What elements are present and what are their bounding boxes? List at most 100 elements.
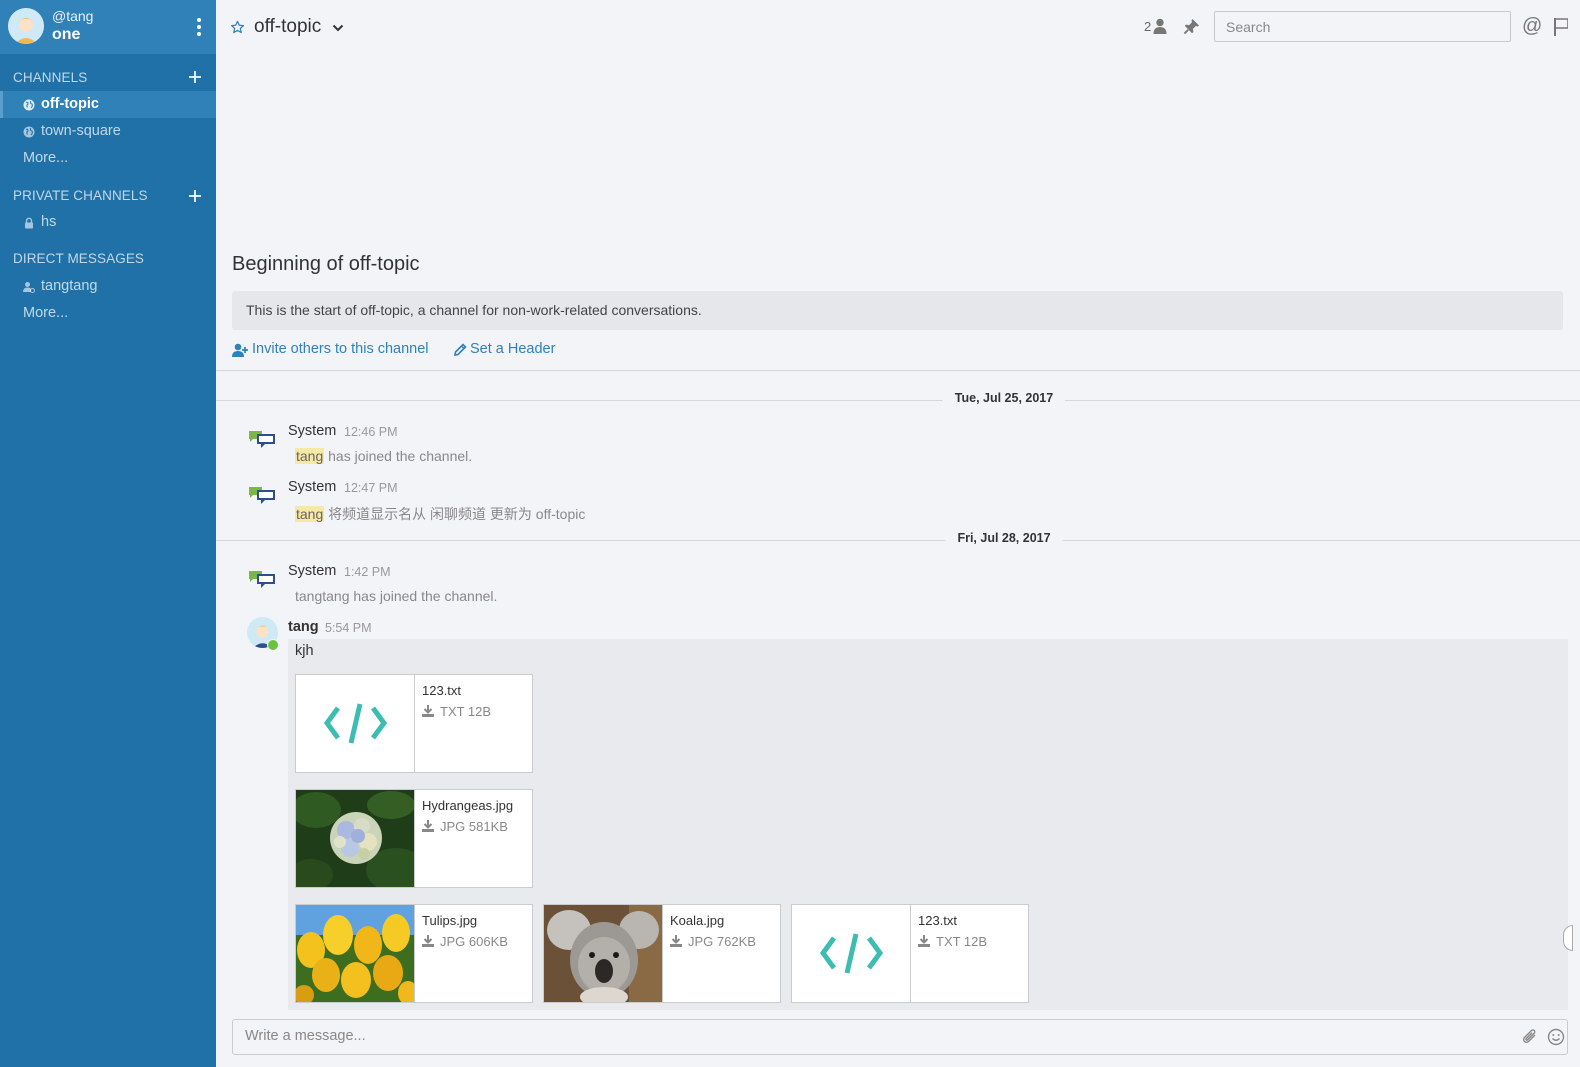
channels-more-link[interactable]: More... — [0, 145, 216, 172]
file-meta: JPG 762KB — [670, 934, 756, 949]
date-separator: Tue, Jul 25, 2017 — [216, 391, 1580, 409]
system-avatar-icon — [249, 431, 275, 448]
date-separator: Fri, Jul 28, 2017 — [216, 531, 1580, 549]
set-header-label: Set a Header — [470, 341, 556, 357]
post-message-text: 将频道显示名从 闲聊频道 更新为 off-topic — [324, 506, 586, 522]
sidebar-item-label: hs — [41, 214, 57, 230]
chevron-down-icon[interactable] — [332, 24, 344, 32]
file-meta: JPG 581KB — [422, 819, 508, 834]
mention-highlight[interactable]: tang — [295, 506, 325, 522]
invite-others-label: Invite others to this channel — [252, 341, 429, 357]
direct-messages-section-title: DIRECT MESSAGES — [13, 251, 145, 266]
message-composer — [232, 1019, 1568, 1055]
mentions-icon[interactable]: @ — [1522, 15, 1542, 38]
sidebar-item-town-square[interactable]: town-square — [0, 118, 216, 145]
sidebar-item-label: tangtang — [41, 278, 98, 294]
flag-icon[interactable] — [1554, 18, 1568, 36]
sidebar: @tang one CHANNELS off-topic town-square… — [0, 0, 216, 1067]
current-username: @tang — [52, 8, 94, 24]
file-name[interactable]: 123.txt — [422, 683, 461, 698]
sidebar-item-off-topic[interactable]: off-topic — [0, 91, 216, 118]
tulips-image — [296, 905, 414, 1002]
member-icon[interactable] — [1153, 18, 1167, 34]
download-icon[interactable] — [422, 935, 434, 947]
post-username[interactable]: tang — [288, 619, 319, 635]
sidebar-item-label: town-square — [41, 123, 121, 139]
post-timestamp[interactable]: 12:46 PM — [344, 425, 398, 439]
private-channels-section-title: PRIVATE CHANNELS — [13, 188, 148, 203]
add-private-channel-icon[interactable] — [189, 190, 201, 202]
sidebar-item-hs[interactable]: hs — [0, 209, 216, 236]
mention-highlight[interactable]: tang — [295, 448, 325, 464]
download-icon[interactable] — [422, 820, 434, 832]
search-input[interactable] — [1214, 11, 1511, 42]
divider — [216, 370, 1580, 371]
post-message-text: has joined the channel. — [324, 448, 473, 464]
file-attachment[interactable]: 123.txt TXT 12B — [295, 674, 533, 773]
file-meta: TXT 12B — [918, 934, 987, 949]
paperclip-icon[interactable] — [1521, 1028, 1539, 1046]
file-thumbnail[interactable] — [296, 905, 415, 1002]
file-meta-text: JPG 581KB — [440, 819, 508, 834]
online-status-icon — [267, 639, 279, 651]
scroll-handle[interactable] — [1563, 925, 1573, 951]
download-icon[interactable] — [422, 705, 434, 717]
team-name: one — [52, 26, 81, 43]
emoji-icon[interactable] — [1547, 1028, 1565, 1046]
file-attachment[interactable]: 123.txt TXT 12B — [791, 904, 1029, 1003]
file-thumbnail[interactable] — [296, 675, 415, 772]
invite-others-link[interactable]: Invite others to this channel — [232, 341, 429, 357]
post-message: tangtang has joined the channel. — [295, 588, 498, 604]
file-meta-text: JPG 606KB — [440, 934, 508, 949]
post-username[interactable]: System — [288, 563, 336, 579]
channel-title[interactable]: off-topic — [254, 16, 321, 38]
date-label: Fri, Jul 28, 2017 — [945, 531, 1063, 545]
user-offline-icon — [23, 282, 35, 293]
file-thumbnail[interactable] — [544, 905, 663, 1002]
file-name[interactable]: Hydrangeas.jpg — [422, 798, 513, 813]
file-name[interactable]: Tulips.jpg — [422, 913, 477, 928]
file-attachment[interactable]: Tulips.jpg JPG 606KB — [295, 904, 533, 1003]
sidebar-item-tangtang[interactable]: tangtang — [0, 273, 216, 300]
pencil-icon — [454, 343, 467, 356]
download-icon[interactable] — [918, 935, 930, 947]
lock-icon — [25, 217, 33, 229]
team-header[interactable]: @tang one — [0, 0, 216, 54]
hydrangea-image — [296, 790, 414, 887]
system-avatar-icon — [249, 571, 275, 588]
team-menu-icon[interactable] — [196, 18, 202, 38]
add-user-icon — [232, 343, 248, 357]
more-label: More... — [23, 150, 69, 166]
post-message: tang 将频道显示名从 闲聊频道 更新为 off-topic — [295, 504, 585, 524]
post-username[interactable]: System — [288, 479, 336, 495]
file-attachment[interactable]: Koala.jpg JPG 762KB — [543, 904, 781, 1003]
file-thumbnail[interactable] — [792, 905, 911, 1002]
post-username[interactable]: System — [288, 423, 336, 439]
post-timestamp[interactable]: 12:47 PM — [344, 481, 398, 495]
code-icon — [819, 933, 884, 974]
post-timestamp[interactable]: 5:54 PM — [325, 621, 372, 635]
globe-icon — [23, 126, 35, 138]
download-icon[interactable] — [670, 935, 682, 947]
koala-image — [544, 905, 662, 1002]
pin-icon[interactable] — [1183, 18, 1200, 35]
file-name[interactable]: Koala.jpg — [670, 913, 724, 928]
channel-intro-description: This is the start of off-topic, a channe… — [232, 291, 1563, 330]
more-label: More... — [23, 305, 69, 321]
sidebar-item-label: off-topic — [41, 96, 99, 112]
member-count[interactable]: 2 — [1144, 19, 1151, 34]
post-timestamp[interactable]: 1:42 PM — [344, 565, 391, 579]
file-thumbnail[interactable] — [296, 790, 415, 887]
dm-more-link[interactable]: More... — [0, 300, 216, 327]
file-meta: JPG 606KB — [422, 934, 508, 949]
date-label: Tue, Jul 25, 2017 — [942, 391, 1066, 405]
system-avatar-icon — [249, 487, 275, 504]
user-avatar[interactable] — [8, 8, 44, 44]
add-channel-icon[interactable] — [189, 71, 201, 83]
star-icon[interactable] — [230, 20, 245, 35]
file-attachment[interactable]: Hydrangeas.jpg JPG 581KB — [295, 789, 533, 888]
file-name[interactable]: 123.txt — [918, 913, 957, 928]
set-header-link[interactable]: Set a Header — [453, 341, 555, 357]
message-input[interactable] — [233, 1020, 1503, 1054]
file-meta-text: JPG 762KB — [688, 934, 756, 949]
